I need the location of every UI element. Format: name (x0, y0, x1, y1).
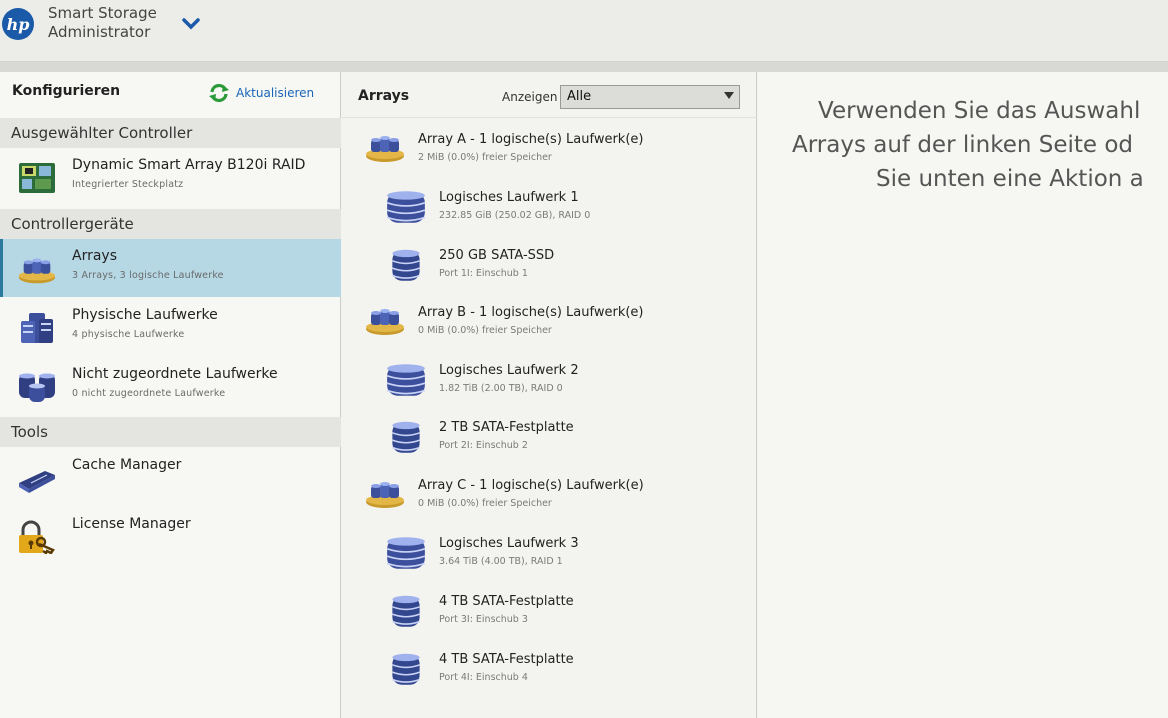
cache-manager-icon (19, 471, 55, 493)
array-row[interactable]: Array B - 1 logische(s) Laufwerk(e) 0 Mi… (364, 303, 734, 337)
logical-drive-row[interactable]: Logisches Laufwerk 3 3.64 TiB (4.00 TB),… (384, 534, 724, 574)
chevron-down-icon (724, 92, 734, 99)
nav-item-label: Nicht zugeordnete Laufwerke (72, 366, 278, 382)
array-subtitle: 2 MiB (0.0%) freier Speicher (418, 152, 552, 163)
nav-item-label: Arrays (72, 248, 118, 264)
physical-drive-row[interactable]: 4 TB SATA-Festplatte Port 4I: Einschub 4 (384, 650, 724, 690)
refresh-button[interactable]: Aktualisieren (208, 83, 314, 103)
logical-drive-subtitle: 1.82 TiB (2.00 TB), RAID 0 (439, 383, 563, 394)
array-icon (364, 303, 406, 337)
filter-label: Anzeigen (502, 90, 558, 104)
selection-hint: Verwenden Sie das Auswahl Arrays auf der… (758, 94, 1168, 196)
app-title: Smart Storage Administrator (48, 4, 157, 41)
physical-drive-row[interactable]: 250 GB SATA-SSD Port 1I: Einschub 1 (384, 246, 724, 286)
nav-item-label: Cache Manager (72, 457, 182, 473)
controller-subtitle: Integrierter Steckplatz (72, 179, 184, 190)
chevron-down-icon[interactable] (180, 15, 202, 33)
array-row[interactable]: Array C - 1 logische(s) Laufwerk(e) 0 Mi… (364, 476, 734, 510)
refresh-label: Aktualisieren (236, 86, 315, 100)
arrays-pane: Arrays Anzeigen Alle Array A - 1 logisch… (342, 72, 757, 718)
section-tools: Tools (0, 417, 341, 447)
nav-item-sublabel: 3 Arrays, 3 logische Laufwerke (72, 270, 224, 281)
physical-drives-icon (21, 313, 53, 343)
physical-drive-subtitle: Port 1I: Einschub 1 (439, 268, 528, 279)
nav-item-label: License Manager (72, 516, 191, 532)
refresh-icon (209, 83, 229, 103)
nav-item-label: Physische Laufwerke (72, 307, 218, 323)
config-pane: Konfigurieren Aktualisieren Ausgewählter… (0, 72, 341, 718)
logo-text: hp (6, 14, 30, 34)
logical-drive-subtitle: 3.64 TiB (4.00 TB), RAID 1 (439, 556, 563, 567)
physical-drive-icon (384, 650, 428, 688)
physical-drive-row[interactable]: 2 TB SATA-Festplatte Port 2I: Einschub 2 (384, 418, 724, 458)
logical-drive-title: Logisches Laufwerk 1 (439, 190, 579, 205)
logical-drive-row[interactable]: Logisches Laufwerk 2 1.82 TiB (2.00 TB),… (384, 361, 724, 401)
filter-value: Alle (567, 89, 592, 104)
hint-line: Verwenden Sie das Auswahl (818, 98, 1141, 124)
controller-title: Dynamic Smart Array B120i RAID (72, 157, 306, 173)
array-subtitle: 0 MiB (0.0%) freier Speicher (418, 325, 552, 336)
header-divider (0, 62, 1168, 72)
array-subtitle: 0 MiB (0.0%) freier Speicher (418, 498, 552, 509)
array-title: Array B - 1 logische(s) Laufwerk(e) (418, 305, 644, 320)
physical-drive-title: 250 GB SATA-SSD (439, 248, 555, 263)
logical-drive-row[interactable]: Logisches Laufwerk 1 232.85 GiB (250.02 … (384, 188, 724, 228)
app-header: hp Smart Storage Administrator (0, 0, 1168, 62)
physical-drive-icon (384, 418, 428, 456)
hint-line: Arrays auf der linken Seite od (792, 132, 1134, 158)
physical-drive-subtitle: Port 3I: Einschub 3 (439, 614, 528, 625)
detail-pane: Verwenden Sie das Auswahl Arrays auf der… (758, 72, 1168, 718)
physical-drive-icon (384, 246, 428, 284)
logical-drive-title: Logisches Laufwerk 3 (439, 536, 579, 551)
array-icon (364, 130, 406, 164)
array-row[interactable]: Array A - 1 logische(s) Laufwerk(e) 2 Mi… (364, 130, 734, 164)
array-icon (17, 252, 57, 286)
arrays-header: Arrays Anzeigen Alle (342, 72, 757, 118)
section-selected-controller: Ausgewählter Controller (0, 118, 341, 148)
license-manager-icon (19, 520, 55, 554)
nav-item-cache-manager[interactable]: Cache Manager (0, 448, 341, 506)
nav-item-license-manager[interactable]: License Manager (0, 507, 341, 565)
nav-item-sublabel: 0 nicht zugeordnete Laufwerke (72, 388, 226, 399)
config-header: Konfigurieren Aktualisieren (0, 72, 341, 116)
physical-drive-row[interactable]: 4 TB SATA-Festplatte Port 3I: Einschub 3 (384, 592, 724, 632)
physical-drive-title: 4 TB SATA-Festplatte (439, 652, 574, 667)
nav-item-unassigned-drives[interactable]: Nicht zugeordnete Laufwerke 0 nicht zuge… (0, 357, 341, 415)
logical-drive-icon (384, 534, 428, 572)
controller-item[interactable]: Dynamic Smart Array B120i RAID Integrier… (0, 148, 341, 206)
physical-drive-title: 2 TB SATA-Festplatte (439, 420, 574, 435)
array-title: Array C - 1 logische(s) Laufwerk(e) (418, 478, 644, 493)
logical-drive-icon (384, 361, 428, 399)
physical-drive-subtitle: Port 2I: Einschub 2 (439, 440, 528, 451)
logical-drive-title: Logisches Laufwerk 2 (439, 363, 579, 378)
physical-drive-icon (384, 592, 428, 630)
physical-drive-title: 4 TB SATA-Festplatte (439, 594, 574, 609)
arrays-title: Arrays (358, 88, 410, 104)
array-icon (364, 476, 406, 510)
logical-drive-icon (384, 188, 428, 226)
logical-drive-subtitle: 232.85 GiB (250.02 GB), RAID 0 (439, 210, 591, 221)
unassigned-drives-icon (19, 373, 55, 402)
filter-select[interactable]: Alle (560, 85, 740, 109)
nav-item-physical-drives[interactable]: Physische Laufwerke 4 physische Laufwerk… (0, 298, 341, 356)
config-title: Konfigurieren (12, 83, 121, 99)
hp-logo-icon: hp (2, 8, 34, 40)
controller-icon (19, 163, 55, 193)
section-controller-devices: Controllergeräte (0, 209, 341, 239)
array-title: Array A - 1 logische(s) Laufwerk(e) (418, 132, 644, 147)
hint-line: Sie unten eine Aktion a (876, 166, 1144, 192)
nav-item-sublabel: 4 physische Laufwerke (72, 329, 185, 340)
nav-item-arrays[interactable]: Arrays 3 Arrays, 3 logische Laufwerke (0, 239, 341, 297)
physical-drive-subtitle: Port 4I: Einschub 4 (439, 672, 528, 683)
